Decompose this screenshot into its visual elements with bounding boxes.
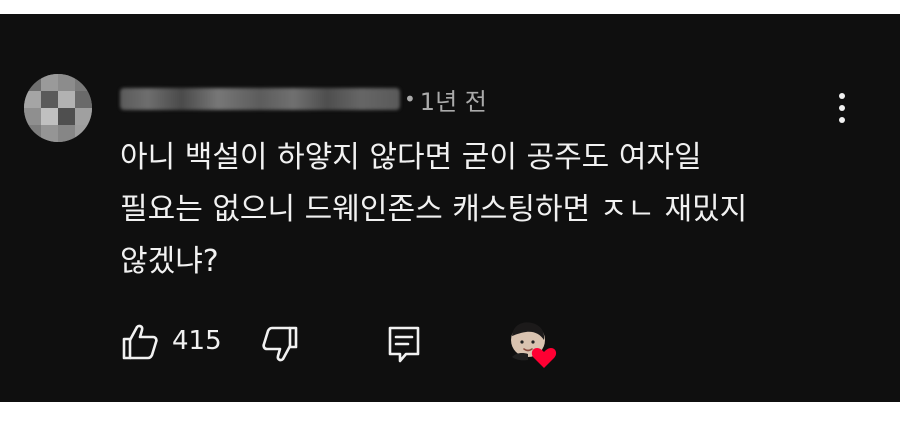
avatar[interactable] <box>24 74 92 142</box>
creator-heart-icon[interactable] <box>508 320 560 370</box>
author-name-blurred[interactable] <box>120 88 400 110</box>
comment-line: 아니 백설이 하얗지 않다면 굳이 공주도 여자일 <box>120 140 702 175</box>
comment-header: • 1년 전 <box>120 82 487 116</box>
comment-text: 아니 백설이 하얗지 않다면 굳이 공주도 여자일 필요는 없으니 드웨인존스 … <box>120 132 840 288</box>
reply-icon[interactable] <box>386 324 422 364</box>
meta-separator: • <box>404 87 416 111</box>
thumbs-up-icon[interactable] <box>120 322 160 362</box>
comment-time[interactable]: 1년 전 <box>420 82 487 117</box>
like-count: 415 <box>172 326 222 356</box>
comment-card: • 1년 전 아니 백설이 하얗지 않다면 굳이 공주도 여자일 필요는 없으니… <box>0 14 900 402</box>
comment-actions: 415 <box>120 320 580 368</box>
comment-line: 필요는 없으니 드웨인존스 캐스팅하면 ㅈㄴ 재밌지 <box>120 192 748 227</box>
more-options-icon[interactable] <box>826 90 858 126</box>
comment-line: 않겠냐? <box>120 244 219 279</box>
thumbs-down-icon[interactable] <box>260 324 300 364</box>
